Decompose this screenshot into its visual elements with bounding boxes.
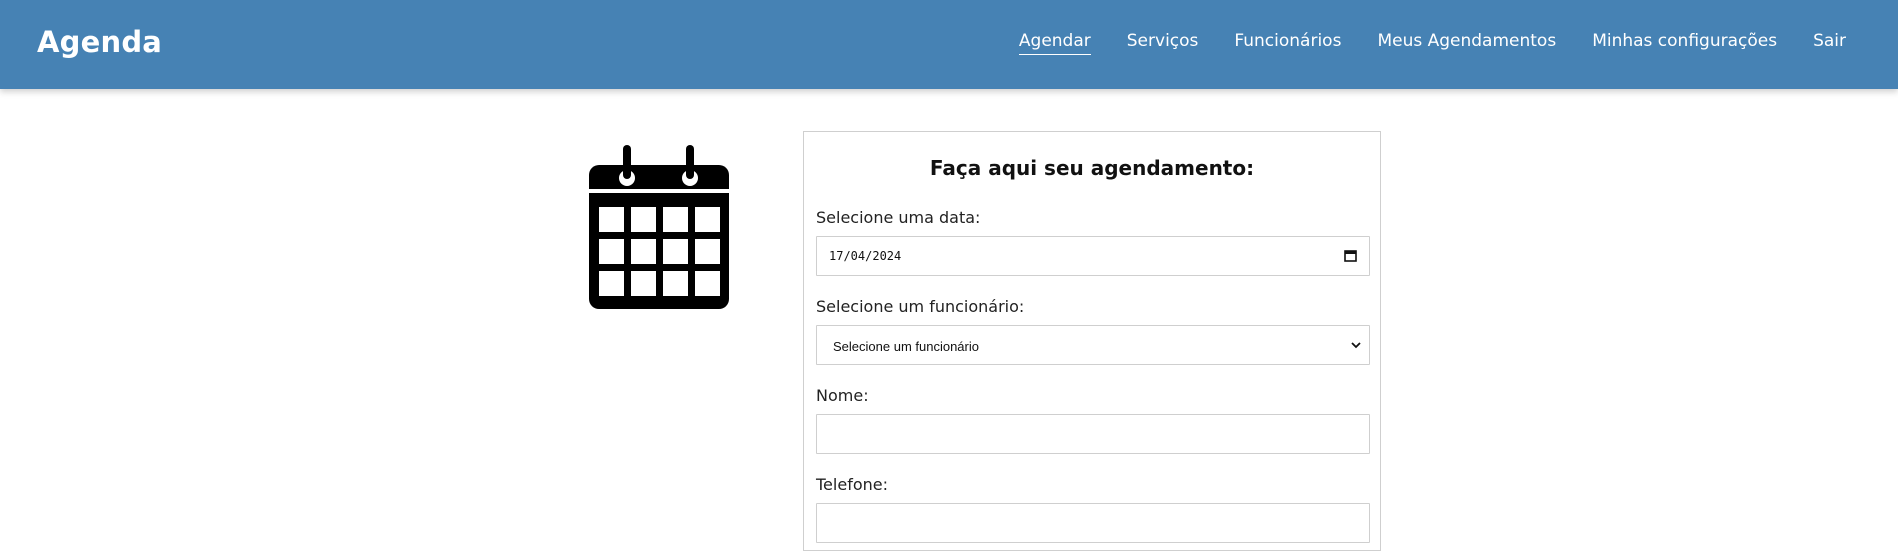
date-value: 17/04/2024 <box>829 249 902 263</box>
phone-label: Telefone: <box>816 475 888 494</box>
appointment-form: Faça aqui seu agendamento: Selecione uma… <box>803 131 1381 551</box>
chevron-down-icon <box>1351 342 1361 349</box>
name-label: Nome: <box>816 386 869 405</box>
brand-title[interactable]: Agenda <box>37 25 162 59</box>
nav-link-minhas-configuracoes[interactable]: Minhas configurações <box>1592 31 1777 55</box>
nav-link-sair[interactable]: Sair <box>1813 31 1846 55</box>
top-navbar: Agenda Agendar Serviços Funcionários Meu… <box>0 0 1898 89</box>
date-input[interactable]: 17/04/2024 <box>816 236 1370 276</box>
form-title: Faça aqui seu agendamento: <box>929 156 1255 180</box>
nav-link-agendar[interactable]: Agendar <box>1018 31 1091 55</box>
employee-select-value: Selecione um funcionário <box>833 339 979 354</box>
date-label: Selecione uma data: <box>816 208 981 227</box>
nav-menu: Agendar Serviços Funcionários Meus Agend… <box>983 31 1846 55</box>
name-input[interactable] <box>816 414 1370 454</box>
calendar-icon <box>589 145 729 309</box>
nav-link-funcionarios[interactable]: Funcionários <box>1234 31 1341 55</box>
phone-input[interactable] <box>816 503 1370 543</box>
calendar-picker-icon[interactable] <box>1344 249 1357 262</box>
nav-link-meus-agendamentos[interactable]: Meus Agendamentos <box>1377 31 1556 55</box>
nav-link-servicos[interactable]: Serviços <box>1127 31 1199 55</box>
employee-label: Selecione um funcionário: <box>816 297 1025 316</box>
employee-select[interactable]: Selecione um funcionário <box>816 325 1370 365</box>
